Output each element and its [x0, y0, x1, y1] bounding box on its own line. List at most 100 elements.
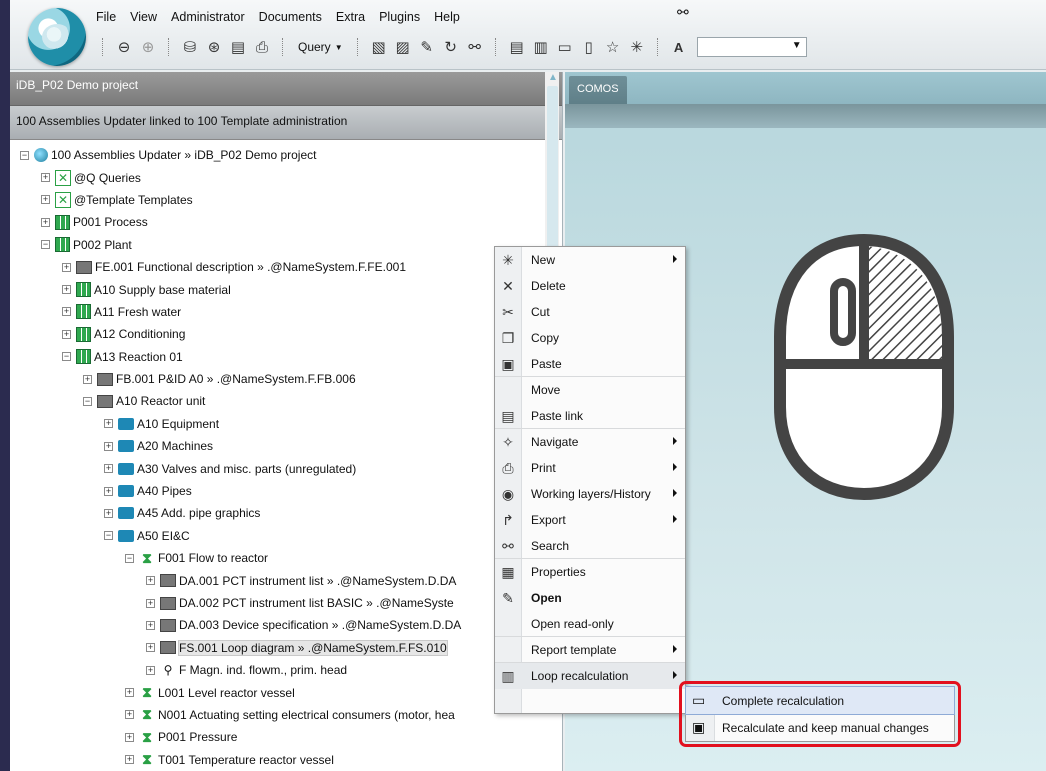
- expand-icon[interactable]: +: [146, 665, 155, 675]
- tree-node[interactable]: + A45 Add. pipe graphics: [10, 502, 535, 524]
- collapse-icon[interactable]: −: [41, 240, 50, 250]
- menu-view[interactable]: View: [130, 10, 157, 24]
- expand-icon[interactable]: +: [41, 173, 50, 183]
- expand-icon[interactable]: +: [62, 329, 71, 339]
- menu-extra[interactable]: Extra: [336, 10, 365, 24]
- menu-administrator[interactable]: Administrator: [171, 10, 245, 24]
- menu-item-search[interactable]: ⚯ Search: [495, 533, 685, 559]
- tree-node[interactable]: + ⧗ N001 Actuating setting electrical cons…: [10, 704, 535, 726]
- search-icon[interactable]: ⚯: [465, 36, 485, 58]
- database-icon[interactable]: ⛁: [180, 36, 200, 58]
- tree-node[interactable]: + DA.002 PCT instrument list BASIC » .@Na…: [10, 592, 535, 614]
- scroll-up-icon[interactable]: ▲: [548, 72, 558, 83]
- star-icon[interactable]: ☆: [603, 36, 623, 58]
- collapse-icon[interactable]: −: [104, 531, 113, 541]
- tree-node[interactable]: + FS.001 Loop diagram » .@NameSystem.F.FS…: [10, 637, 535, 659]
- tree-node[interactable]: − ⧗ F001 Flow to reactor: [10, 547, 535, 569]
- expand-icon[interactable]: +: [146, 576, 155, 586]
- tree-node[interactable]: + P001 Process: [10, 211, 535, 233]
- expand-icon[interactable]: +: [125, 688, 134, 698]
- menu-file[interactable]: File: [96, 10, 116, 24]
- tree-node[interactable]: − P002 Plant: [10, 234, 535, 256]
- menu-item-open-read-only[interactable]: Open read-only: [495, 611, 685, 637]
- expand-icon[interactable]: +: [125, 755, 134, 765]
- expand-icon[interactable]: +: [125, 710, 134, 720]
- menu-item-open[interactable]: ✎ Open: [495, 585, 685, 611]
- units-icon[interactable]: ▧: [369, 36, 389, 58]
- project-selector[interactable]: iDB_P02 Demo project ▼: [10, 72, 562, 106]
- tree-node[interactable]: + FE.001 Functional description » .@NameS…: [10, 256, 535, 278]
- tree-node[interactable]: + ⧗ T001 Temperature reactor vessel: [10, 749, 535, 771]
- menu-item-navigate[interactable]: ✧ Navigate: [495, 429, 685, 455]
- expand-icon[interactable]: +: [104, 419, 113, 429]
- edit-icon[interactable]: ✎: [417, 36, 437, 58]
- tree-node[interactable]: + A10 Supply base material: [10, 278, 535, 300]
- collapse-icon[interactable]: −: [83, 396, 92, 406]
- binoculars-icon[interactable]: ⚯: [677, 4, 689, 21]
- tree-node[interactable]: + A20 Machines: [10, 435, 535, 457]
- working-layer-selector[interactable]: 100 Assemblies Updater linked to 100 Tem…: [10, 106, 562, 140]
- menu-item-report-template[interactable]: Report template: [495, 637, 685, 663]
- menu-item-paste[interactable]: ▣ Paste: [495, 351, 685, 377]
- menu-documents[interactable]: Documents: [259, 10, 322, 24]
- menu-item-working-layers-history[interactable]: ◉ Working layers/History: [495, 481, 685, 507]
- tree-node[interactable]: + ⧗ P001 Pressure: [10, 726, 535, 748]
- save-icon[interactable]: ▤: [228, 36, 248, 58]
- tree-node[interactable]: + DA.001 PCT instrument list » .@NameSyst…: [10, 569, 535, 591]
- list-icon[interactable]: ▤: [507, 36, 527, 58]
- expand-icon[interactable]: +: [62, 262, 71, 272]
- menu-item-export[interactable]: ↱ Export: [495, 507, 685, 533]
- tree-node[interactable]: + A12 Conditioning: [10, 323, 535, 345]
- menu-item-recalculate-and-keep-manual-changes[interactable]: ▣ Recalculate and keep manual changes: [686, 714, 954, 741]
- menu-item-print[interactable]: ⎙ Print: [495, 455, 685, 481]
- tree-node[interactable]: + ⚲ F Magn. ind. flowm., prim. head: [10, 659, 535, 681]
- menu-item-properties[interactable]: ▦ Properties: [495, 559, 685, 585]
- expand-icon[interactable]: +: [146, 598, 155, 608]
- menu-item-paste-link[interactable]: ▤ Paste link: [495, 403, 685, 429]
- menu-item-cut[interactable]: ✂ Cut: [495, 299, 685, 325]
- stack-icon[interactable]: ▥: [531, 36, 551, 58]
- tree-node[interactable]: − A13 Reaction 01: [10, 346, 535, 368]
- tree-node[interactable]: + A40 Pipes: [10, 480, 535, 502]
- expand-icon[interactable]: +: [41, 217, 50, 227]
- expand-icon[interactable]: +: [104, 441, 113, 451]
- font-icon[interactable]: A: [669, 36, 689, 58]
- expand-icon[interactable]: +: [62, 307, 71, 317]
- tree-node[interactable]: + A30 Valves and misc. parts (unregulated…: [10, 457, 535, 479]
- menu-item-move[interactable]: Move: [495, 377, 685, 403]
- collapse-icon[interactable]: −: [125, 553, 134, 563]
- menu-item-delete[interactable]: ✕ Delete: [495, 273, 685, 299]
- report-icon[interactable]: ▭: [555, 36, 575, 58]
- print-icon[interactable]: ⎙: [252, 36, 272, 58]
- new-icon[interactable]: ✳: [627, 36, 647, 58]
- menu-item-new[interactable]: ✳ New: [495, 247, 685, 273]
- forward-icon[interactable]: ⊕: [138, 36, 158, 58]
- expand-icon[interactable]: +: [41, 195, 50, 205]
- menu-help[interactable]: Help: [434, 10, 460, 24]
- menu-item-copy[interactable]: ❐ Copy: [495, 325, 685, 351]
- menu-item-loop-recalculation[interactable]: ▥ Loop recalculation: [495, 663, 685, 689]
- app-logo[interactable]: [28, 8, 86, 66]
- tree-node[interactable]: + A11 Fresh water: [10, 301, 535, 323]
- query-dropdown[interactable]: Query ▼: [294, 40, 347, 54]
- tree-node[interactable]: + ✕ @Q Queries: [10, 166, 535, 188]
- collapse-icon[interactable]: −: [62, 352, 71, 362]
- documents-icon[interactable]: ▨: [393, 36, 413, 58]
- navigator-icon[interactable]: ⊛: [204, 36, 224, 58]
- expand-icon[interactable]: +: [104, 486, 113, 496]
- tree-node[interactable]: − A50 EI&C: [10, 525, 535, 547]
- tree-node[interactable]: + DA.003 Device specification » .@NameSys…: [10, 614, 535, 636]
- menu-item-complete-recalculation[interactable]: ▭ Complete recalculation: [685, 686, 955, 715]
- tab-comos[interactable]: COMOS: [569, 76, 627, 104]
- expand-icon[interactable]: +: [62, 285, 71, 295]
- tree-node[interactable]: − 100 Assemblies Updater » iDB_P02 Demo p…: [10, 144, 535, 166]
- collapse-icon[interactable]: −: [20, 150, 29, 160]
- tree-node[interactable]: + A10 Equipment: [10, 413, 535, 435]
- expand-icon[interactable]: +: [83, 374, 92, 384]
- tree-node[interactable]: + ⧗ L001 Level reactor vessel: [10, 681, 535, 703]
- refresh-icon[interactable]: ↻: [441, 36, 461, 58]
- columns-icon[interactable]: ▯: [579, 36, 599, 58]
- expand-icon[interactable]: +: [104, 508, 113, 518]
- expand-icon[interactable]: +: [125, 732, 134, 742]
- font-combo[interactable]: ▼: [696, 37, 807, 57]
